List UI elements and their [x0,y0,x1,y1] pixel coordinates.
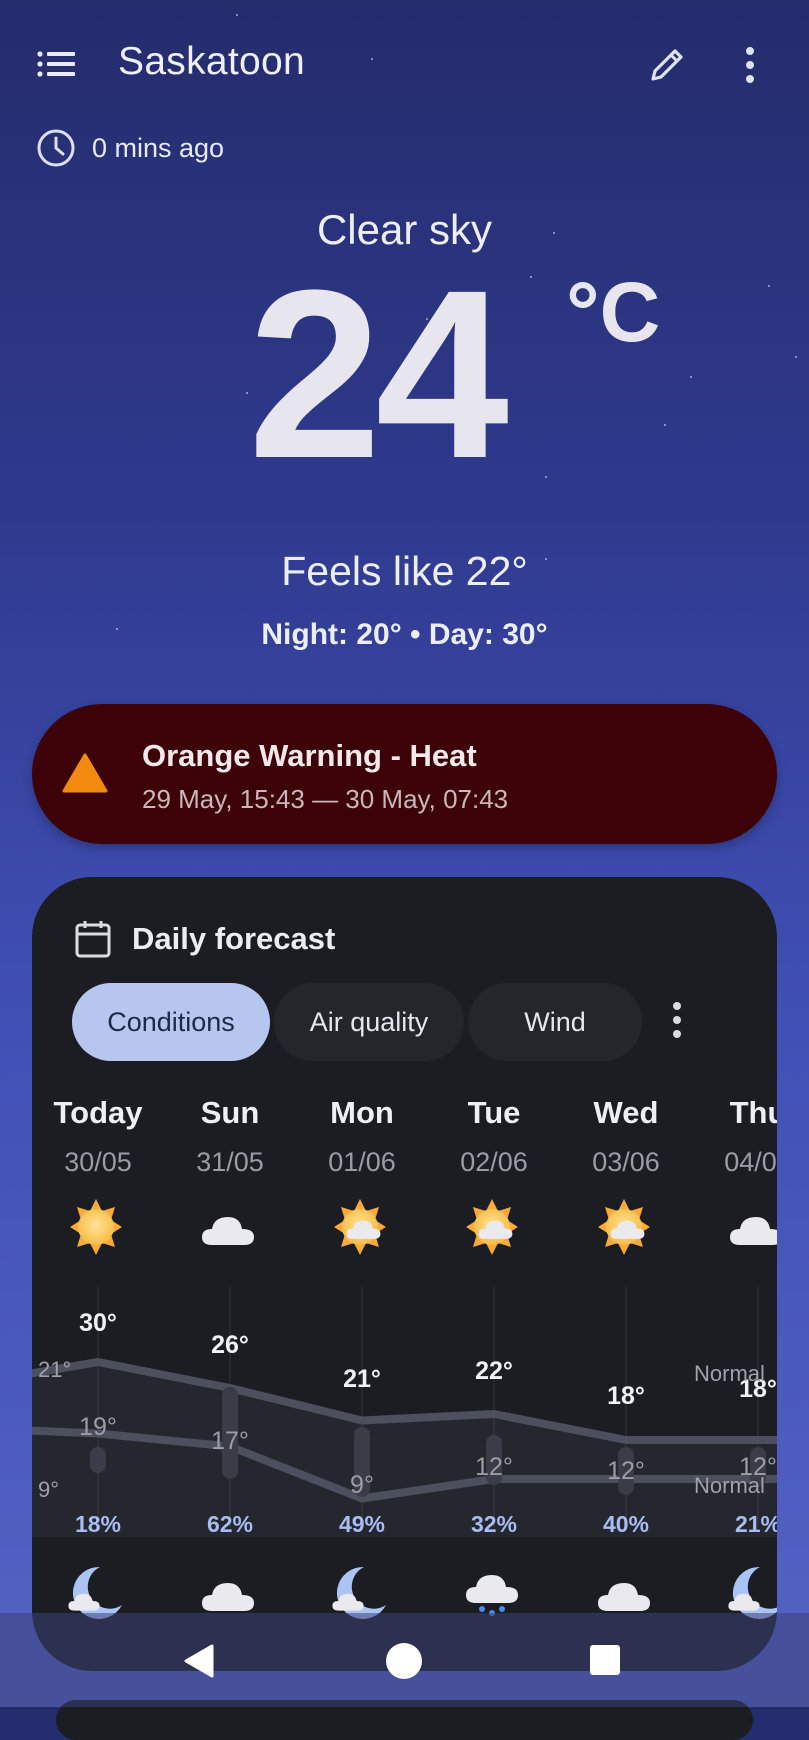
tab-conditions[interactable]: Conditions [72,983,270,1061]
precip-probability: 21% [734,1511,777,1537]
low-temp-label: 12° [607,1457,645,1485]
day-date: 02/06 [460,1147,528,1177]
high-temp-label: 18° [607,1382,645,1410]
low-temp-label: 17° [211,1427,249,1455]
moon-cloud-icon [332,1566,386,1619]
menu-button[interactable] [30,42,82,86]
low-temp-label: 19° [79,1413,117,1441]
precip-probability: 62% [206,1511,254,1537]
daily-forecast-card: Daily forecast Conditions Air quality Wi… [32,877,777,1671]
list-icon [37,51,75,77]
feels-like: Feels like 22° [281,548,528,594]
edit-button[interactable] [642,40,692,90]
more-vertical-icon [746,47,754,83]
clock-icon [37,129,75,167]
alert-period: 29 May, 15:43 — 30 May, 07:43 [142,784,509,814]
low-temp-label: 12° [475,1453,513,1481]
day-column-header[interactable]: Wed 03/06 [560,1095,692,1178]
normal-high-label: 21° [38,1357,72,1382]
sun-cloud-icon [598,1199,650,1255]
night-day-temps: Night: 20° • Day: 30° [261,618,548,651]
more-options-button[interactable] [730,40,770,90]
high-temp-label: 30° [79,1309,117,1337]
day-column-header[interactable]: Thu 04/06 [692,1095,777,1178]
normal-low-label: 9° [38,1477,60,1502]
day-column-header[interactable]: Tue 02/06 [428,1095,560,1178]
high-temp-label: 26° [211,1331,249,1359]
precip-probability: 32% [470,1511,518,1537]
rain-cloud-icon [466,1575,518,1616]
day-date: 03/06 [592,1147,660,1177]
forecast-more-button[interactable] [672,1002,682,1043]
day-column-header[interactable]: Mon 01/06 [296,1095,428,1178]
alert-title: Orange Warning - Heat [142,738,477,773]
recents-button[interactable] [590,1645,620,1675]
tab-air-quality[interactable]: Air quality [274,983,464,1061]
high-temp-label: 22° [475,1357,513,1385]
home-button[interactable] [386,1643,422,1679]
day-column-header[interactable]: Today 30/05 [32,1095,164,1178]
sun-icon [70,1199,122,1255]
warning-triangle-icon [62,753,108,793]
back-triangle-icon [184,1644,214,1678]
moon-cloud-icon [728,1566,777,1619]
pencil-icon [651,49,683,81]
forecast-tabs: Conditions Air quality Wind [72,983,642,1061]
city-name[interactable]: Saskatoon [118,40,305,84]
day-date: 30/05 [64,1147,132,1177]
day-name: Wed [593,1095,659,1130]
back-button[interactable] [182,1643,222,1683]
tab-wind[interactable]: Wind [468,983,642,1061]
current-temperature: 24 °C [0,254,809,512]
more-vertical-icon [673,1002,681,1038]
system-navigation-bar [0,1613,809,1707]
weather-alert-card[interactable]: Orange Warning - Heat 29 May, 15:43 — 30… [32,704,777,844]
day-date: 01/06 [328,1147,396,1177]
precip-probability: 40% [602,1511,650,1537]
day-name: Sun [200,1095,260,1130]
day-date: 04/06 [724,1147,777,1177]
daily-forecast-title: Daily forecast [132,921,336,956]
normal-low-text: Normal [694,1473,765,1498]
calendar-icon [75,921,111,958]
day-date: 31/05 [196,1147,264,1177]
low-temp-label: 9° [350,1471,374,1499]
temperature-value: 24 [248,240,509,508]
temperature-unit: °C [566,265,661,359]
sun-cloud-icon [466,1199,518,1255]
updated-text: 0 mins ago [92,132,225,163]
day-name: Mon [330,1095,394,1130]
precip-probability: 49% [338,1511,386,1537]
normal-high-text: Normal [694,1361,765,1386]
day-name: Tue [467,1095,521,1130]
cloud-icon [202,1217,254,1245]
high-temp-label: 21° [343,1365,381,1393]
cloud-icon [730,1217,777,1245]
day-column-header[interactable]: Sun 31/05 [164,1095,296,1178]
sun-cloud-icon [334,1199,386,1255]
daily-forecast-header: Daily forecast [74,919,335,959]
day-name: Today [53,1095,143,1130]
moon-cloud-icon [68,1566,122,1619]
day-name: Thu [729,1095,777,1130]
temp-range-bar [90,1447,106,1473]
top-bar: Saskatoon [0,0,809,130]
precip-probability: 18% [74,1511,122,1537]
last-updated: 0 mins ago [36,128,224,168]
